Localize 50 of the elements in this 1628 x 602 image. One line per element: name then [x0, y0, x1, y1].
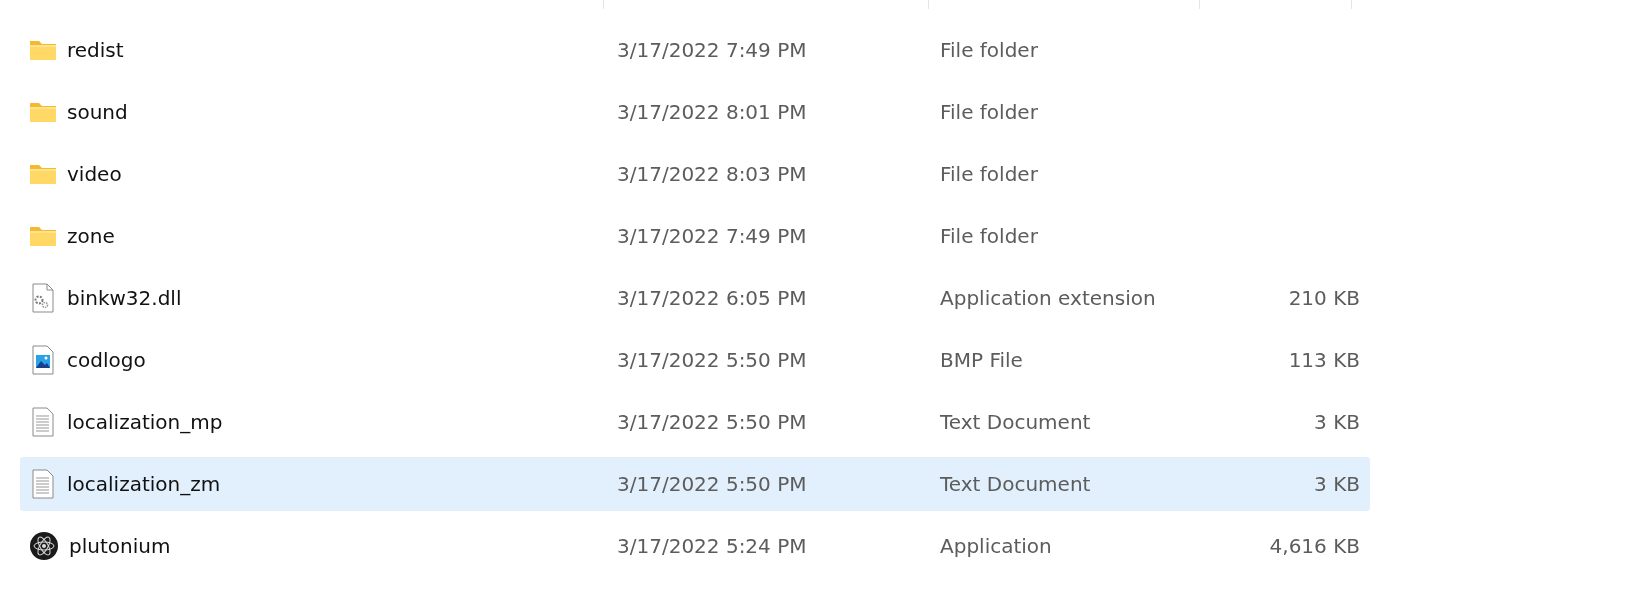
file-row[interactable]: redist 3/17/2022 7:49 PM File folder — [20, 23, 1370, 77]
file-row[interactable]: codlogo 3/17/2022 5:50 PM BMP File 113 KB — [20, 333, 1370, 387]
folder-icon — [29, 38, 57, 62]
date-modified: 3/17/2022 7:49 PM — [616, 224, 808, 248]
file-type: File folder — [939, 100, 1039, 124]
file-size: 3 KB — [1314, 410, 1360, 434]
gear-file-icon — [29, 283, 57, 313]
file-name: plutonium — [69, 534, 171, 558]
file-name: codlogo — [67, 348, 146, 372]
image-file-icon — [29, 345, 57, 375]
date-modified: 3/17/2022 8:01 PM — [616, 100, 808, 124]
file-size: 3 KB — [1314, 472, 1360, 496]
file-type: File folder — [939, 38, 1039, 62]
file-row[interactable]: video 3/17/2022 8:03 PM File folder — [20, 147, 1370, 201]
file-name: video — [67, 162, 122, 186]
file-row[interactable]: sound 3/17/2022 8:01 PM File folder — [20, 85, 1370, 139]
file-row[interactable]: plutonium 3/17/2022 5:24 PM Application 4,616 KB — [20, 519, 1370, 573]
text-file-icon — [29, 407, 57, 437]
file-size: 210 KB — [1288, 286, 1360, 310]
file-type: Application extension — [939, 286, 1157, 310]
date-modified: 3/17/2022 8:03 PM — [616, 162, 808, 186]
text-file-icon — [29, 469, 57, 499]
file-row[interactable]: binkw32.dll 3/17/2022 6:05 PM Application extension 210 KB — [20, 271, 1370, 325]
file-name: zone — [67, 224, 115, 248]
date-modified: 3/17/2022 5:24 PM — [616, 534, 808, 558]
file-name: binkw32.dll — [67, 286, 182, 310]
file-type: Text Document — [939, 472, 1092, 496]
date-modified: 3/17/2022 6:05 PM — [616, 286, 808, 310]
file-name: localization_mp — [67, 410, 223, 434]
file-row[interactable]: zone 3/17/2022 7:49 PM File folder — [20, 209, 1370, 263]
file-size: 4,616 KB — [1269, 534, 1360, 558]
file-type: File folder — [939, 162, 1039, 186]
atom-icon — [29, 531, 59, 561]
folder-icon — [29, 162, 57, 186]
folder-icon — [29, 224, 57, 248]
file-type: File folder — [939, 224, 1039, 248]
file-row[interactable]: localization_zm 3/17/2022 5:50 PM Text Document 3 KB — [20, 457, 1370, 511]
date-modified: 3/17/2022 5:50 PM — [616, 410, 808, 434]
date-modified: 3/17/2022 7:49 PM — [616, 38, 808, 62]
file-type: BMP File — [939, 348, 1024, 372]
file-size: 113 KB — [1288, 348, 1360, 372]
file-row[interactable]: localization_mp 3/17/2022 5:50 PM Text Document 3 KB — [20, 395, 1370, 449]
file-type: Text Document — [939, 410, 1092, 434]
file-name: localization_zm — [67, 472, 221, 496]
file-type: Application — [939, 534, 1053, 558]
file-name: redist — [67, 38, 124, 62]
date-modified: 3/17/2022 5:50 PM — [616, 348, 808, 372]
folder-icon — [29, 100, 57, 124]
date-modified: 3/17/2022 5:50 PM — [616, 472, 808, 496]
file-name: sound — [67, 100, 128, 124]
